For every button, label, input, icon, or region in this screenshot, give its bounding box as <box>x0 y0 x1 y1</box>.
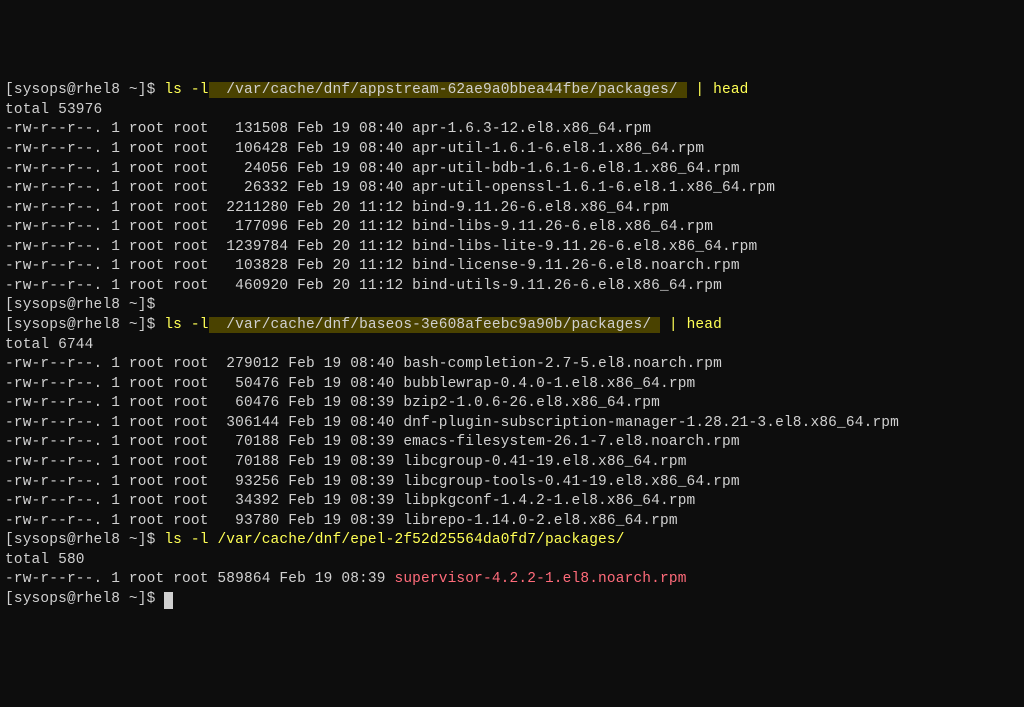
file-row: -rw-r--r--. 1 root root 24056 Feb 19 08:… <box>5 160 1019 180</box>
file-row: -rw-r--r--. 1 root root 60476 Feb 19 08:… <box>5 394 1019 414</box>
command-line-4[interactable]: [sysops@rhel8 ~]$ <box>5 590 1019 610</box>
file-name-highlighted: supervisor-4.2.2-1.el8.noarch.rpm <box>394 571 686 587</box>
file-row: -rw-r--r--. 1 root root 34392 Feb 19 08:… <box>5 492 1019 512</box>
path-arg: /var/cache/dnf/appstream-62ae9a0bbea44fb… <box>209 82 687 98</box>
file-row: -rw-r--r--. 1 root root 589864 Feb 19 08… <box>5 570 1019 590</box>
total-line: total 53976 <box>5 101 1019 121</box>
file-row: -rw-r--r--. 1 root root 306144 Feb 19 08… <box>5 414 1019 434</box>
cmd-pipe-head: | head <box>687 82 749 98</box>
file-row: -rw-r--r--. 1 root root 131508 Feb 19 08… <box>5 120 1019 140</box>
file-row: -rw-r--r--. 1 root root 70188 Feb 19 08:… <box>5 433 1019 453</box>
shell-prompt: [sysops@rhel8 ~]$ <box>5 82 164 98</box>
file-row: -rw-r--r--. 1 root root 50476 Feb 19 08:… <box>5 375 1019 395</box>
path-arg: /var/cache/dnf/epel-2f52d25564da0fd7/pac… <box>209 532 625 548</box>
cmd-ls: ls -l <box>164 317 208 333</box>
shell-prompt-empty: [sysops@rhel8 ~]$ <box>5 296 1019 316</box>
path-arg: /var/cache/dnf/baseos-3e608afeebc9a90b/p… <box>209 317 660 333</box>
file-row: -rw-r--r--. 1 root root 106428 Feb 19 08… <box>5 140 1019 160</box>
total-line: total 580 <box>5 551 1019 571</box>
file-row: -rw-r--r--. 1 root root 1239784 Feb 20 1… <box>5 238 1019 258</box>
total-line: total 6744 <box>5 336 1019 356</box>
file-row: -rw-r--r--. 1 root root 70188 Feb 19 08:… <box>5 453 1019 473</box>
file-row: -rw-r--r--. 1 root root 93780 Feb 19 08:… <box>5 512 1019 532</box>
command-line-1: [sysops@rhel8 ~]$ ls -l /var/cache/dnf/a… <box>5 81 1019 101</box>
file-row: -rw-r--r--. 1 root root 460920 Feb 20 11… <box>5 277 1019 297</box>
shell-prompt: [sysops@rhel8 ~]$ <box>5 317 164 333</box>
cmd-ls: ls -l <box>164 532 208 548</box>
cursor-icon <box>164 592 173 609</box>
file-row: -rw-r--r--. 1 root root 26332 Feb 19 08:… <box>5 179 1019 199</box>
shell-prompt: [sysops@rhel8 ~]$ <box>5 591 164 607</box>
command-line-3: [sysops@rhel8 ~]$ ls -l /var/cache/dnf/e… <box>5 531 1019 551</box>
file-row: -rw-r--r--. 1 root root 2211280 Feb 20 1… <box>5 199 1019 219</box>
cmd-pipe-head: | head <box>660 317 722 333</box>
file-row: -rw-r--r--. 1 root root 279012 Feb 19 08… <box>5 355 1019 375</box>
file-meta: -rw-r--r--. 1 root root 589864 Feb 19 08… <box>5 571 394 587</box>
file-row: -rw-r--r--. 1 root root 93256 Feb 19 08:… <box>5 473 1019 493</box>
shell-prompt: [sysops@rhel8 ~]$ <box>5 532 164 548</box>
terminal-output: [sysops@rhel8 ~]$ ls -l /var/cache/dnf/a… <box>5 81 1019 609</box>
cmd-ls: ls -l <box>164 82 208 98</box>
file-row: -rw-r--r--. 1 root root 103828 Feb 20 11… <box>5 257 1019 277</box>
file-row: -rw-r--r--. 1 root root 177096 Feb 20 11… <box>5 218 1019 238</box>
command-line-2: [sysops@rhel8 ~]$ ls -l /var/cache/dnf/b… <box>5 316 1019 336</box>
